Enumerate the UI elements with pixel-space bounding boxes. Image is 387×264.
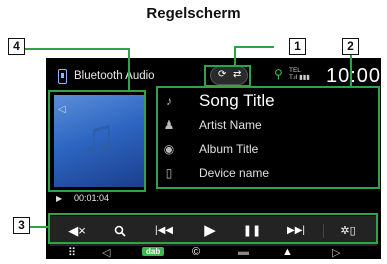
highlight-track-info [156, 86, 380, 189]
phone-status: TEL T.ıl ▮▮▮ [289, 67, 310, 81]
callout-1: 1 [289, 38, 306, 55]
bluetooth-phone-icon [58, 69, 67, 84]
play-status-icon: ▶ [56, 194, 63, 203]
apps-grid-icon[interactable]: ⠿ [68, 246, 76, 259]
highlight-artwork-area [48, 90, 146, 192]
callout-4: 4 [8, 38, 25, 55]
source-title: Bluetooth Audio [74, 70, 155, 82]
signal-indicator: T.ıl ▮▮▮ [289, 74, 310, 81]
nav-forward-icon[interactable]: ▷ [332, 246, 340, 259]
clock: 10:00 [326, 65, 381, 87]
highlight-control-bar [48, 213, 378, 244]
leader-line-2 [350, 52, 352, 88]
page-heading: Regelscherm [146, 5, 241, 22]
nav-back-icon[interactable]: ◁ [102, 246, 110, 259]
dab-button[interactable]: dab [142, 247, 165, 256]
camera-icon[interactable]: ▬ [238, 246, 249, 258]
elapsed-time: 00:01:04 [74, 193, 110, 203]
leader-line-4 [22, 48, 130, 50]
radio-icon[interactable]: © [192, 246, 200, 258]
highlight-repeat-shuffle [204, 65, 251, 87]
location-pin-icon: ⚲ [274, 67, 283, 81]
leader-line-3 [30, 226, 50, 228]
bottom-nav: ⠿ ◁ dab © ▬ ▲ ▷ [46, 246, 381, 259]
tel-label: TEL [289, 67, 301, 74]
callout-2: 2 [342, 38, 359, 55]
callout-3: 3 [13, 217, 30, 234]
leader-line-1 [234, 46, 274, 48]
navigation-icon[interactable]: ▲ [282, 246, 293, 258]
